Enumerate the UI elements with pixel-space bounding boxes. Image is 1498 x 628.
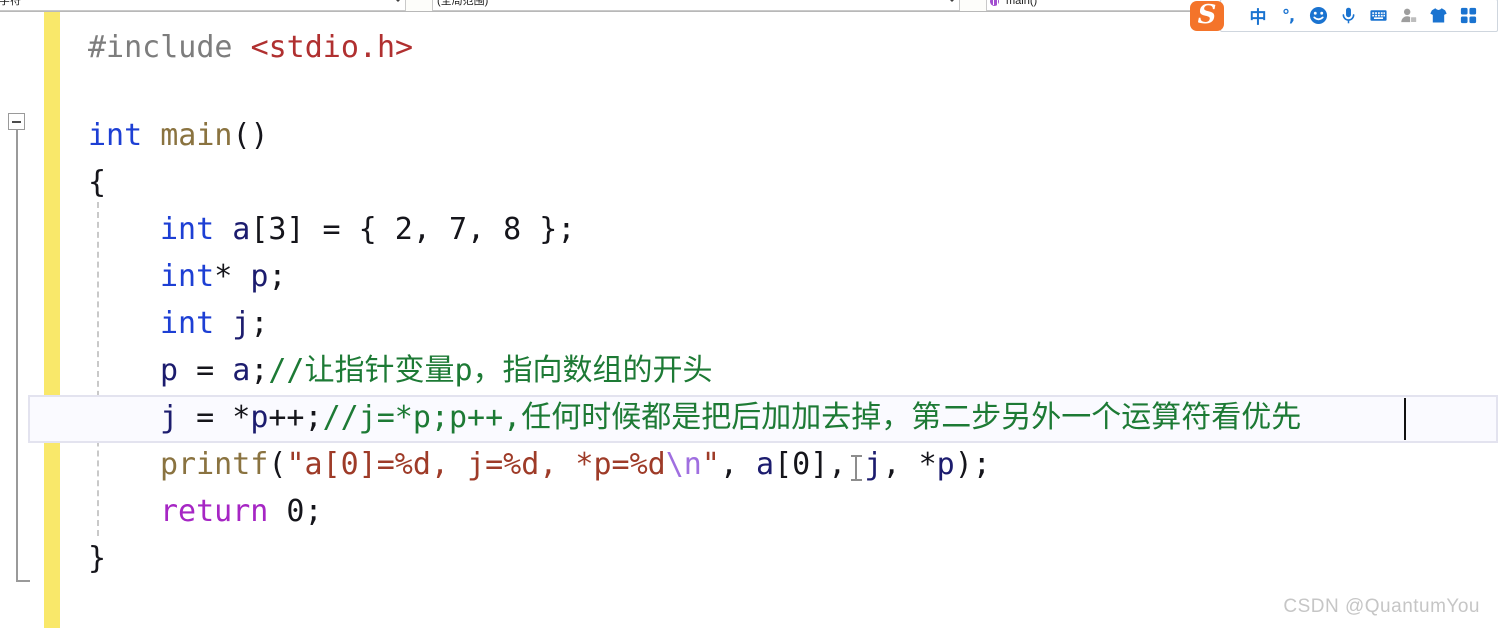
code-token: a — [232, 212, 251, 247]
unsaved-change-marker — [44, 12, 60, 628]
code-line-9[interactable]: j = *p++;//j=*p;p++,任何时候都是把后加加去掉，第二步另外一个… — [160, 394, 1301, 441]
code-token: * — [214, 259, 251, 294]
code-token: "a[0]=%d, j=%d, *p=%d — [286, 447, 666, 482]
code-line-11[interactable]: return 0; — [160, 488, 323, 535]
code-token: //j=*p;p++,任何时候都是把后加加去掉，第二步另外一个运算符看优先 — [322, 400, 1302, 435]
code-token: 0; — [268, 494, 323, 529]
code-token: j — [232, 306, 251, 341]
code-token: ); — [954, 447, 991, 482]
method-icon — [990, 0, 999, 6]
chevron-down-icon — [949, 0, 955, 2]
scope-dropdown-member-label: main() — [1006, 0, 1038, 7]
code-token: p — [936, 447, 955, 482]
code-token: printf — [160, 447, 269, 482]
code-line-1[interactable]: #include <stdio.h> — [88, 24, 413, 71]
code-token: a — [232, 353, 251, 388]
sogou-logo-icon[interactable]: S — [1190, 1, 1224, 31]
code-token: = — [178, 353, 233, 388]
ime-language-mode-button[interactable]: 中 — [1243, 1, 1273, 31]
text-caret — [1404, 398, 1406, 440]
code-line-8[interactable]: p = a;//让指针变量p，指向数组的开头 — [160, 347, 713, 394]
code-token: p — [250, 259, 269, 294]
code-token: p — [160, 353, 179, 388]
soft-keyboard-icon[interactable] — [1363, 1, 1393, 31]
scope-dropdown-global[interactable]: (全局范围) — [432, 0, 960, 11]
code-token: " — [701, 447, 720, 482]
user-account-icon[interactable] — [1393, 1, 1423, 31]
code-token: main — [160, 118, 233, 153]
code-line-7[interactable]: int j; — [160, 300, 268, 347]
apps-grid-icon[interactable] — [1453, 1, 1483, 31]
scope-dropdown-global-label: (全局范围) — [437, 0, 489, 7]
code-token: int — [160, 306, 215, 341]
code-token: ( — [268, 447, 287, 482]
code-token: ; — [250, 306, 269, 341]
code-editor[interactable]: #include <stdio.h> int main(){int a[3] = … — [0, 12, 1498, 628]
code-token: ; — [268, 259, 287, 294]
sogou-ime-toolbar[interactable]: 中 °, — [1220, 0, 1498, 32]
code-token: int — [160, 259, 215, 294]
code-token: #include — [88, 30, 251, 65]
code-token: , — [719, 447, 757, 482]
ime-punctuation-mode-button[interactable]: °, — [1273, 1, 1303, 31]
code-token: //让指针变量p，指向数组的开头 — [268, 353, 713, 388]
code-text-area[interactable]: #include <stdio.h> int main(){int a[3] = … — [60, 12, 1498, 628]
collapse-outlining-button[interactable] — [8, 113, 25, 130]
code-token: <stdio.h> — [250, 30, 414, 65]
code-token: int — [88, 118, 143, 153]
code-token: return — [160, 494, 269, 529]
code-token: , * — [882, 447, 937, 482]
code-line-4[interactable]: { — [88, 159, 106, 206]
outlining-bracket-line — [16, 130, 18, 582]
code-token: j — [160, 400, 179, 435]
code-token: p — [250, 400, 269, 435]
code-token: } — [88, 541, 107, 576]
outlining-bracket-foot — [16, 580, 30, 582]
code-line-12[interactable]: } — [88, 535, 106, 582]
code-line-6[interactable]: int* p; — [160, 253, 286, 300]
code-token: [0], — [774, 447, 865, 482]
chevron-down-icon — [395, 0, 401, 2]
code-token: () — [232, 118, 269, 153]
code-token: j — [864, 447, 883, 482]
scope-dropdown-left-label: 字符 — [0, 0, 21, 7]
code-token: int — [160, 212, 215, 247]
emoji-icon[interactable] — [1303, 1, 1333, 31]
code-line-10[interactable]: printf("a[0]=%d, j=%d, *p=%d\n", a[0], j… — [160, 441, 991, 488]
code-token: ++; — [268, 400, 323, 435]
code-line-5[interactable]: int a[3] = { 2, 7, 8 }; — [160, 206, 575, 253]
code-token: ; — [250, 353, 269, 388]
code-token: a — [756, 447, 775, 482]
skin-tshirt-icon[interactable] — [1423, 1, 1453, 31]
microphone-icon[interactable] — [1333, 1, 1363, 31]
scope-dropdown-left[interactable]: 字符 — [0, 0, 406, 11]
code-token: [3] = { 2, 7, 8 }; — [250, 212, 576, 247]
code-token: { — [88, 165, 107, 200]
code-token: \n — [665, 447, 702, 482]
code-line-3[interactable]: int main() — [88, 112, 269, 159]
screenshot-root: 字符 (全局范围) main() #include <stdio.h> int m… — [0, 0, 1498, 628]
csdn-watermark: CSDN @QuantumYou — [1283, 596, 1480, 617]
code-token: = * — [178, 400, 251, 435]
